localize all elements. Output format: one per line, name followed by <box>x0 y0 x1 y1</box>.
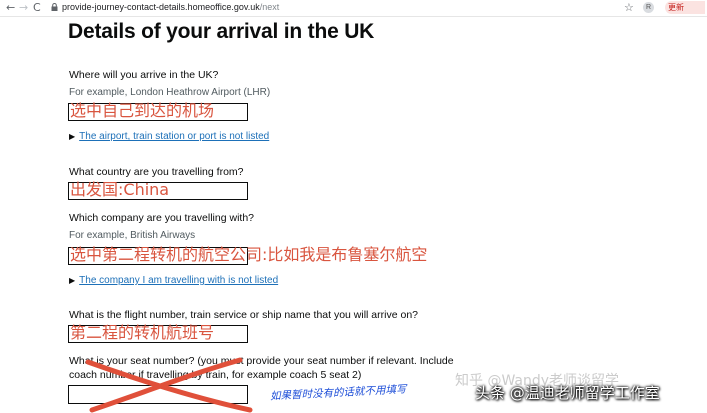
arrival-hint: For example, London Heathrow Airport (LH… <box>69 87 271 98</box>
company-annotation: 选中第二程转机的航空公司:比如我是布鲁塞尔航空 <box>70 245 428 264</box>
toutiao-watermark: 头条 @温迪老师留学工作室 <box>475 384 660 402</box>
arrival-question: Where will you arrive in the UK? <box>69 69 219 81</box>
handwritten-note: 如果暂时没有的话就不用填写 <box>269 383 407 403</box>
address-bar[interactable]: provide-journey-contact-details.homeoffi… <box>62 2 279 12</box>
browser-toolbar: ← → C provide-journey-contact-details.ho… <box>0 0 707 17</box>
arrival-not-listed-details[interactable]: ▶ The airport, train station or port is n… <box>69 131 269 142</box>
update-button[interactable]: 更新 <box>665 1 705 14</box>
page-title: Details of your arrival in the UK <box>68 20 375 43</box>
country-annotation: 出发国:China <box>70 180 170 199</box>
country-question: What country are you travelling from? <box>69 166 244 178</box>
bookmark-star-icon[interactable]: ☆ <box>624 1 634 14</box>
arrival-annotation: 选中自己到达的机场 <box>70 101 215 120</box>
red-cross-mark <box>85 357 253 413</box>
back-icon[interactable]: ← <box>6 1 15 14</box>
forward-icon[interactable]: → <box>19 1 28 14</box>
flight-question: What is the flight number, train service… <box>69 309 418 321</box>
url-path: /next <box>259 2 280 12</box>
profile-avatar[interactable]: R <box>643 2 654 13</box>
lock-icon <box>51 3 58 11</box>
company-question: Which company are you travelling with? <box>69 212 255 224</box>
company-not-listed-link[interactable]: The company I am travelling with is not … <box>79 275 278 286</box>
arrival-port-input[interactable]: 选中自己到达的机场 <box>68 101 248 121</box>
reload-icon[interactable]: C <box>33 1 41 14</box>
flight-number-input[interactable]: 第二程的转机航班号 <box>68 323 248 343</box>
country-input[interactable]: 出发国:China <box>68 180 248 200</box>
disclosure-triangle-icon: ▶ <box>69 276 76 285</box>
arrival-not-listed-link[interactable]: The airport, train station or port is no… <box>79 131 269 142</box>
company-input[interactable]: 选中第二程转机的航空公司:比如我是布鲁塞尔航空 <box>68 245 427 265</box>
company-not-listed-details[interactable]: ▶ The company I am travelling with is not… <box>69 275 278 286</box>
disclosure-triangle-icon: ▶ <box>69 132 76 141</box>
company-hint: For example, British Airways <box>69 230 196 241</box>
flight-annotation: 第二程的转机航班号 <box>70 323 215 342</box>
url-host: provide-journey-contact-details.homeoffi… <box>62 2 260 12</box>
